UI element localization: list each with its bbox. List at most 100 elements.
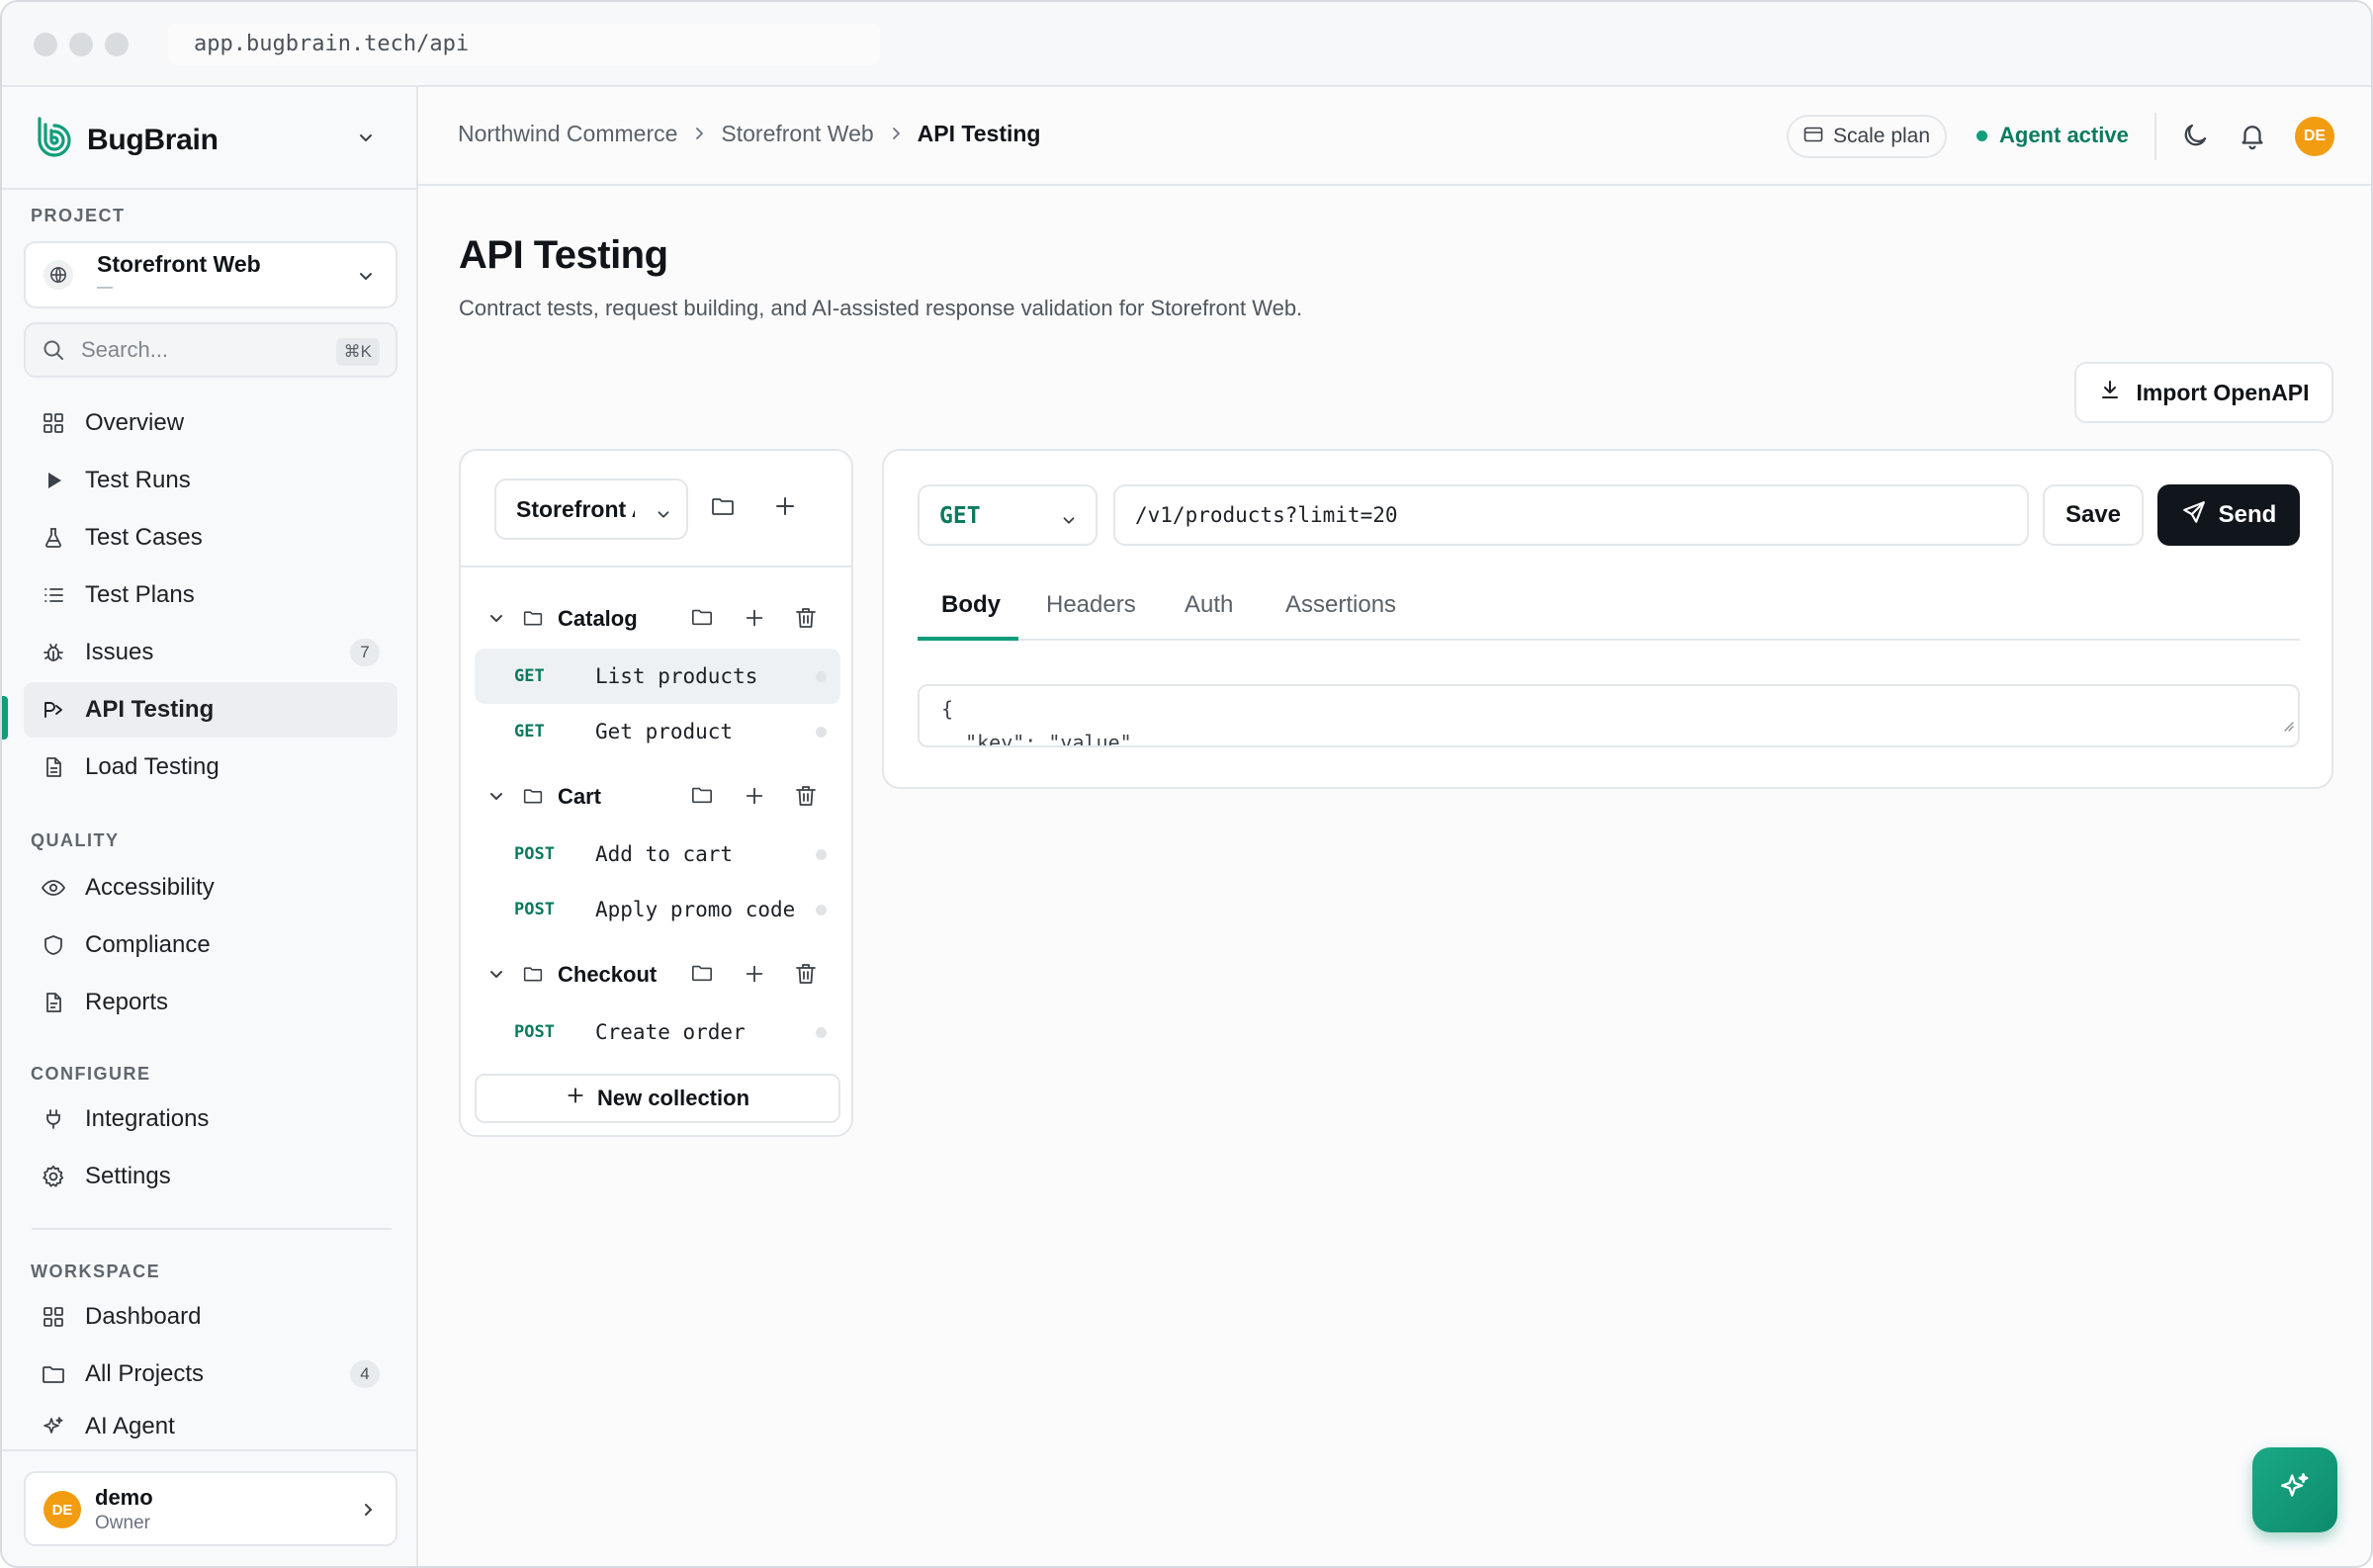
request-name: Add to cart <box>595 842 734 866</box>
bell-icon[interactable] <box>2238 121 2267 156</box>
file-icon <box>40 753 67 781</box>
request-item-create-order[interactable]: POST Create order <box>475 1004 840 1060</box>
new-folder-icon[interactable] <box>710 494 736 518</box>
window-minimize-dot[interactable] <box>69 33 93 56</box>
new-subfolder-icon[interactable] <box>690 784 714 806</box>
sidebar-item-test-runs[interactable]: Test Runs <box>24 453 397 508</box>
bug-icon <box>40 639 67 666</box>
new-subfolder-icon[interactable] <box>690 606 714 628</box>
folder-name: Cart <box>558 784 602 809</box>
window-maximize-dot[interactable] <box>105 33 129 56</box>
project-section-label: PROJECT <box>31 206 126 225</box>
add-request-icon[interactable] <box>744 963 765 985</box>
agent-status-label: Agent active <box>1999 123 2129 147</box>
folder-icon <box>40 1360 67 1388</box>
sidebar-item-compliance[interactable]: Compliance <box>24 917 397 973</box>
tab-body[interactable]: Body <box>941 591 1001 619</box>
request-name: Create order <box>595 1020 746 1044</box>
chevron-down-icon[interactable] <box>486 785 506 812</box>
moon-icon[interactable] <box>2180 121 2210 156</box>
sidebar-item-ai-agent[interactable]: AI Agent <box>24 1404 397 1449</box>
folder-catalog[interactable]: Catalog <box>461 593 851 645</box>
breadcrumb-project[interactable]: Storefront Web <box>721 121 873 147</box>
sidebar-item-load-testing[interactable]: Load Testing <box>24 740 397 795</box>
grid-icon <box>40 1303 67 1331</box>
sidebar-item-test-plans[interactable]: Test Plans <box>24 567 397 623</box>
sidebar-item-accessibility[interactable]: Accessibility <box>24 860 397 915</box>
http-method-select[interactable]: GET <box>918 484 1098 546</box>
add-request-icon[interactable] <box>773 494 797 518</box>
plan-label: Scale plan <box>1832 125 1931 147</box>
send-button[interactable]: Send <box>2157 484 2300 546</box>
new-subfolder-icon[interactable] <box>690 962 714 984</box>
request-item-apply-promo-code[interactable]: POST Apply promo code <box>475 882 840 937</box>
address-bar[interactable]: app.bugbrain.tech/api <box>168 24 880 65</box>
import-openapi-button[interactable]: Import OpenAPI <box>2074 362 2333 423</box>
resize-handle-icon[interactable] <box>2280 708 2294 741</box>
tab-headers[interactable]: Headers <box>1046 591 1136 619</box>
trash-icon[interactable] <box>795 784 817 808</box>
folder-checkout[interactable]: Checkout <box>461 949 851 1001</box>
download-icon <box>2098 378 2122 407</box>
eye-icon <box>40 874 67 902</box>
add-request-icon[interactable] <box>744 607 765 629</box>
trash-icon[interactable] <box>795 962 817 986</box>
active-tab-indicator <box>918 637 1018 641</box>
breadcrumb-current: API Testing <box>917 121 1041 146</box>
chevron-down-icon[interactable] <box>486 963 506 990</box>
chevron-right-icon <box>691 121 707 147</box>
collection-select[interactable]: Storefront API <box>494 479 688 540</box>
sidebar-item-settings[interactable]: Settings <box>24 1149 397 1204</box>
sidebar-item-label: AI Agent <box>85 1413 175 1439</box>
breadcrumb-org[interactable]: Northwind Commerce <box>458 121 677 147</box>
bugbrain-logo-icon <box>34 115 75 166</box>
sidebar-item-label: Integrations <box>85 1105 210 1132</box>
workspace-chevron-down-icon[interactable] <box>356 127 376 153</box>
request-item-get-product[interactable]: GET Get product <box>475 704 840 759</box>
plan-badge[interactable]: Scale plan <box>1787 115 1947 158</box>
folder-cart[interactable]: Cart <box>461 771 851 823</box>
sidebar-item-api-testing[interactable]: API Testing <box>24 682 397 738</box>
breadcrumb: Northwind Commerce Storefront Web API Te… <box>458 121 1040 147</box>
sidebar-item-label: Test Cases <box>85 524 203 551</box>
top-header: Northwind Commerce Storefront Web API Te… <box>418 87 2371 186</box>
folder-icon <box>522 963 544 990</box>
sidebar-item-dashboard[interactable]: Dashboard <box>24 1289 397 1345</box>
request-url-input[interactable]: /v1/products?limit=20 <box>1113 484 2029 546</box>
search-input[interactable]: Search... ⌘K <box>24 322 397 378</box>
new-collection-button[interactable]: New collection <box>475 1074 840 1123</box>
save-button[interactable]: Save <box>2043 484 2144 546</box>
sidebar-item-issues[interactable]: Issues 7 <box>24 625 397 680</box>
request-name: Apply promo code <box>595 898 796 921</box>
brand-name: BugBrain <box>87 124 219 156</box>
ai-assistant-button[interactable] <box>2252 1447 2337 1532</box>
sidebar-item-reports[interactable]: Reports <box>24 975 397 1030</box>
plus-icon <box>566 1086 585 1111</box>
request-method: GET <box>514 666 545 686</box>
project-selector[interactable]: Storefront Web — <box>24 241 397 308</box>
folder-icon <box>522 785 544 812</box>
user-menu[interactable]: DE demo Owner <box>24 1471 397 1546</box>
brand[interactable]: BugBrain <box>34 113 219 168</box>
sidebar-item-overview[interactable]: Overview <box>24 395 397 451</box>
sidebar-item-test-cases[interactable]: Test Cases <box>24 510 397 566</box>
body-line: "key": "value" <box>941 731 1132 747</box>
status-dot-icon <box>816 1027 827 1038</box>
request-body-editor[interactable]: { "key": "value" <box>918 684 2300 747</box>
agent-status: Agent active <box>1977 123 2129 148</box>
tab-assertions[interactable]: Assertions <box>1285 591 1396 619</box>
sidebar-item-all-projects[interactable]: All Projects 4 <box>24 1347 397 1402</box>
trash-icon[interactable] <box>795 606 817 630</box>
chevron-down-icon[interactable] <box>486 607 506 634</box>
sidebar-item-integrations[interactable]: Integrations <box>24 1091 397 1147</box>
window-close-dot[interactable] <box>34 33 57 56</box>
request-item-list-products[interactable]: GET List products <box>475 649 840 704</box>
add-request-icon[interactable] <box>744 785 765 807</box>
sidebar-item-label: API Testing <box>85 696 215 723</box>
sidebar-item-label: Load Testing <box>85 753 220 780</box>
chevron-down-icon <box>655 502 672 529</box>
avatar[interactable]: DE <box>2295 117 2334 156</box>
request-item-add-to-cart[interactable]: POST Add to cart <box>475 827 840 882</box>
sidebar-item-label: All Projects <box>85 1360 205 1387</box>
tab-auth[interactable]: Auth <box>1185 591 1233 619</box>
